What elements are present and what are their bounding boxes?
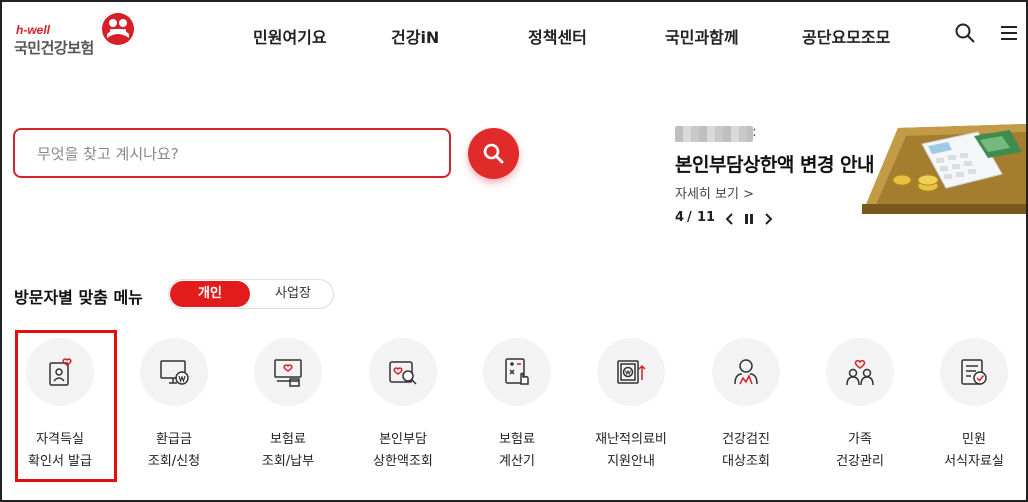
won-support-icon (617, 360, 646, 384)
quick-menu-item[interactable]: 본인부담 상한액조회 (348, 330, 458, 480)
logo[interactable]: h-well 국민건강보험 (14, 12, 144, 58)
next-icon[interactable] (763, 213, 773, 225)
quick-menu-label: 보험료 (270, 432, 306, 447)
quick-menu-label: 조회/신청 (147, 454, 201, 469)
quick-menu-label: 환급금 (156, 432, 192, 447)
nav-minwon[interactable]: 민원여기요 (253, 24, 327, 48)
quick-menu-item[interactable]: 환급금 조회/신청 (119, 330, 229, 480)
quick-menu-item[interactable]: 보험료 계산기 (462, 330, 572, 480)
icon-circle (597, 338, 665, 406)
blurred-text-tail: : (752, 124, 757, 140)
search-icon[interactable] (954, 22, 976, 44)
quick-menu-label: 자격득실 (36, 432, 84, 447)
calculator-icon (505, 358, 529, 385)
icon-circle (26, 338, 94, 406)
quick-menu-item[interactable]: 가족 건강관리 (805, 330, 915, 480)
quick-menu-label: 대상조회 (722, 454, 770, 469)
logo-tagline: h-well (16, 23, 51, 37)
pager-total: 11 (697, 210, 716, 225)
quick-menu-label: 서식자료실 (944, 454, 1004, 469)
icon-circle (940, 338, 1008, 406)
blurred-text (675, 126, 753, 142)
search-icon (483, 143, 504, 164)
nav-health-in[interactable]: 건강iN (391, 24, 439, 48)
nav-policy-center[interactable]: 정책센터 (528, 24, 587, 48)
banner-more-link[interactable]: 자세히 보기 > (675, 183, 754, 202)
search-input[interactable] (37, 142, 427, 166)
quick-menu-label: 조회/납부 (261, 454, 315, 469)
icon-circle (712, 338, 780, 406)
quick-menu-label: 건강관리 (836, 454, 884, 469)
pause-icon[interactable] (744, 213, 754, 225)
calculator-coins-illustration (862, 124, 1026, 214)
banner-title: 본인부담상한액 변경 안내 (675, 154, 875, 176)
tab-business[interactable]: 사업장 (253, 281, 333, 307)
quick-menu-label: 상한액조회 (373, 454, 433, 469)
logo-mark-icon (102, 13, 134, 45)
quick-menu-label: 계산기 (499, 454, 535, 469)
quick-menu-item[interactable]: 자격득실 확인서 발급 (5, 330, 115, 480)
quick-menu-item[interactable]: 민원 서식자료실 (919, 330, 1028, 480)
monitor-won-icon (160, 360, 189, 385)
icon-circle (826, 338, 894, 406)
id-card-icon (49, 358, 72, 386)
nav-with-people[interactable]: 국민과함께 (665, 24, 739, 48)
quick-menu-label: 재난적의료비 (595, 432, 667, 447)
prev-icon[interactable] (725, 213, 735, 225)
logo-text: 국민건강보험 (14, 39, 94, 57)
quick-menu-item[interactable]: 재난적의료비 지원안내 (576, 330, 686, 480)
family-heart-icon (846, 359, 874, 386)
health-checkup-icon (734, 359, 758, 385)
icon-circle (369, 338, 437, 406)
pager-current: 4 (675, 210, 685, 225)
icon-circle (140, 338, 208, 406)
quick-menu-label: 본인부담 (379, 432, 427, 447)
quick-menu-label: 지원안내 (607, 454, 655, 469)
search-box (13, 128, 451, 178)
visitor-menu-title: 방문자별 맞춤 메뉴 (14, 288, 143, 307)
quick-menu-item[interactable]: 건강검진 대상조회 (691, 330, 801, 480)
icon-circle (254, 338, 322, 406)
payment-screen-icon (274, 359, 302, 387)
quick-menu-label: 보험료 (499, 432, 535, 447)
quick-menu-label: 민원 (962, 432, 986, 447)
quick-menu-label: 확인서 발급 (28, 454, 92, 469)
visitor-type-toggle: 개인 사업장 (168, 279, 334, 309)
quick-menu-item[interactable]: 보험료 조회/납부 (233, 330, 343, 480)
search-heart-icon (389, 361, 417, 385)
pager-separator: / (687, 210, 692, 225)
document-check-icon (961, 359, 987, 385)
icon-circle (483, 338, 551, 406)
quick-menu-label: 가족 (848, 432, 872, 447)
nav-corporation[interactable]: 공단요모조모 (802, 24, 890, 48)
search-button[interactable] (468, 128, 519, 179)
hamburger-menu-icon[interactable] (998, 22, 1020, 44)
quick-menu-label: 건강검진 (722, 432, 770, 447)
tab-personal[interactable]: 개인 (170, 281, 250, 307)
